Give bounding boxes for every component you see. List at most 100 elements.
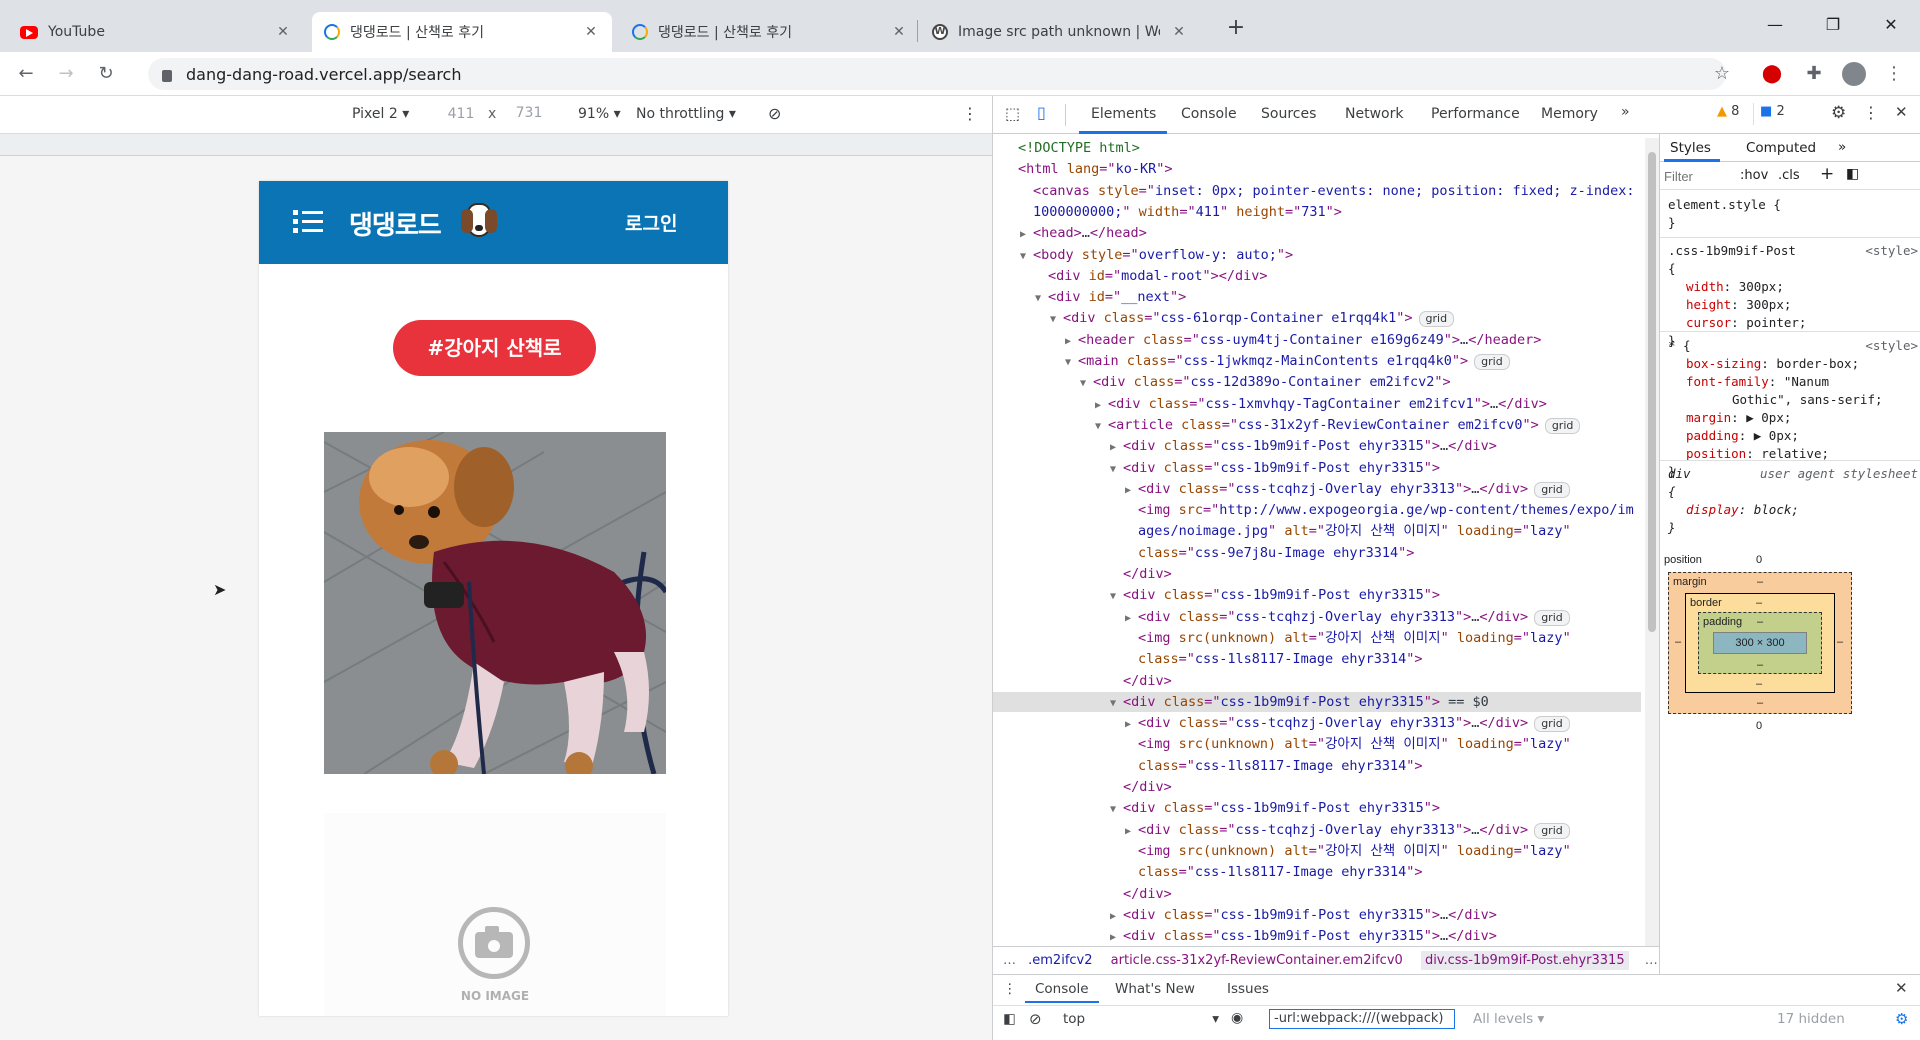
tab-styles[interactable]: Styles: [1670, 140, 1711, 156]
width-input[interactable]: 411: [438, 102, 484, 126]
dom-node[interactable]: </div>: [993, 777, 1641, 797]
address-bar[interactable]: dang-dang-road.vercel.app/search: [148, 58, 1726, 90]
log-levels-select[interactable]: All levels ▾: [1473, 1011, 1544, 1027]
dom-node[interactable]: <img src="http://www.expogeorgia.ge/wp-c…: [993, 500, 1641, 520]
collapsed-arrow-icon[interactable]: ▶: [1020, 225, 1033, 245]
css-property-value[interactable]: 300px;: [1746, 297, 1791, 312]
grid-badge[interactable]: grid: [1534, 822, 1570, 839]
scrollbar-thumb[interactable]: [1648, 152, 1656, 632]
sidebar-toggle-icon[interactable]: ◧: [1003, 1011, 1016, 1027]
tab-dangdang[interactable]: 댕댕로드 | 산책로 후기 ✕: [620, 12, 920, 52]
dom-node[interactable]: <canvas style="inset: 0px; pointer-event…: [993, 181, 1641, 201]
padding-box[interactable]: padding – – 300 × 300: [1698, 612, 1822, 674]
clear-console-icon[interactable]: ⊘: [1029, 1010, 1042, 1028]
dom-node[interactable]: ▼ <div class="css-1b9m9if-Post ehyr3315">: [993, 458, 1641, 478]
collapsed-arrow-icon[interactable]: ▶: [1110, 438, 1123, 458]
collapsed-arrow-icon[interactable]: ▶: [1125, 481, 1138, 501]
css-declaration[interactable]: cursor: pointer;: [1668, 314, 1918, 332]
collapsed-arrow-icon[interactable]: ▶: [1125, 609, 1138, 629]
css-property-name[interactable]: cursor: [1686, 315, 1731, 330]
css-property-value[interactable]: ▶ 0px;: [1746, 410, 1791, 425]
minimize-button[interactable]: —: [1752, 10, 1798, 40]
dom-node[interactable]: ▼ <div class="css-1b9m9if-Post ehyr3315">: [993, 585, 1641, 605]
dom-node[interactable]: </div>: [993, 564, 1641, 584]
console-settings-gear-icon[interactable]: ⚙: [1895, 1010, 1908, 1028]
elements-dom-tree[interactable]: <!DOCTYPE html> <html lang="ko-KR"> <canva…: [993, 134, 1641, 946]
height-input[interactable]: 731: [506, 102, 552, 126]
dom-node[interactable]: class="css-1ls8117-Image ehyr3314">: [993, 862, 1641, 882]
position-bottom-value[interactable]: 0: [1756, 720, 1762, 732]
breadcrumb-ellipsis[interactable]: …: [1645, 953, 1658, 968]
device-more-icon[interactable]: ⋮: [962, 104, 978, 123]
dom-node[interactable]: ▼ <div class="css-1b9m9if-Post ehyr3315">: [993, 798, 1641, 818]
new-tab-button[interactable]: +: [1222, 14, 1250, 42]
css-property-name[interactable]: box-sizing: [1686, 356, 1761, 371]
tab-sources[interactable]: Sources: [1261, 106, 1316, 122]
css-property-value[interactable]: Gothic", sans-serif;: [1732, 392, 1883, 407]
collapsed-arrow-icon[interactable]: ▶: [1065, 332, 1078, 352]
dom-node[interactable]: ▶ <div class="css-tcqhzj-Overlay ehyr3313…: [993, 479, 1641, 499]
dom-node[interactable]: 1000000000;" width="411" height="731">: [993, 202, 1641, 222]
drawer-tab-issues[interactable]: Issues: [1227, 981, 1269, 997]
dom-node[interactable]: ▼ <div id="__next">: [993, 287, 1641, 307]
dom-tree-scrollbar[interactable]: [1645, 138, 1659, 946]
close-icon[interactable]: ✕: [1170, 24, 1188, 40]
throttling-select[interactable]: No throttling ▾: [636, 106, 736, 122]
css-declaration[interactable]: box-sizing: border-box;: [1668, 355, 1918, 373]
dom-node[interactable]: ▶ <head>…</head>: [993, 223, 1641, 243]
opera-extension-icon[interactable]: ⬤: [1758, 60, 1786, 88]
close-drawer-icon[interactable]: ✕: [1895, 979, 1908, 997]
css-declaration[interactable]: display: block;: [1668, 501, 1918, 519]
expanded-arrow-icon[interactable]: ▼: [1065, 353, 1078, 373]
collapsed-arrow-icon[interactable]: ▶: [1125, 715, 1138, 735]
dom-node[interactable]: ▶ <div class="css-tcqhzj-Overlay ehyr3313…: [993, 607, 1641, 627]
grid-badge[interactable]: grid: [1544, 417, 1581, 434]
breadcrumb-item-selected[interactable]: div.css-1b9m9if-Post.ehyr3315: [1420, 951, 1629, 970]
dom-node-selected[interactable]: ▼ <div class="css-1b9m9if-Post ehyr3315">…: [993, 691, 1641, 714]
rule-source[interactable]: <style>: [1865, 242, 1918, 260]
rule-source[interactable]: <style>: [1865, 337, 1918, 355]
drawer-tab-whats-new[interactable]: What's New: [1115, 981, 1195, 997]
forward-icon[interactable]: →: [52, 60, 80, 88]
css-property-value[interactable]: border-box;: [1776, 356, 1859, 371]
dom-node[interactable]: class="css-1ls8117-Image ehyr3314">: [993, 649, 1641, 669]
device-toggle-icon[interactable]: ▯: [1037, 103, 1046, 122]
context-select[interactable]: top ▾: [1063, 1011, 1219, 1027]
dom-node[interactable]: ▼ <body style="overflow-y: auto;">: [993, 245, 1641, 265]
dom-node[interactable]: ▼ <div class="css-12d389o-Container em2if…: [993, 372, 1641, 392]
expanded-arrow-icon[interactable]: ▼: [1080, 374, 1093, 394]
css-property-name[interactable]: padding: [1686, 428, 1739, 443]
dom-node[interactable]: ▶ <div class="css-1b9m9if-Post ehyr3315">…: [993, 926, 1641, 946]
expanded-arrow-icon[interactable]: ▼: [1110, 587, 1123, 607]
drawer-tab-console[interactable]: Console: [1035, 981, 1089, 997]
expanded-arrow-icon[interactable]: ▼: [1035, 289, 1048, 309]
expanded-arrow-icon[interactable]: ▼: [1020, 247, 1033, 267]
expanded-arrow-icon[interactable]: ▼: [1110, 694, 1123, 714]
tab-youtube[interactable]: YouTube ✕: [8, 12, 304, 52]
css-property-value[interactable]: "Nanum: [1784, 374, 1829, 389]
maximize-button[interactable]: ❐: [1810, 10, 1856, 40]
dom-node[interactable]: class="css-9e7j8u-Image ehyr3314">: [993, 543, 1641, 563]
dom-node[interactable]: ▶ <div class="css-1b9m9if-Post ehyr3315">…: [993, 905, 1641, 925]
live-expression-eye-icon[interactable]: ◉: [1231, 1010, 1243, 1026]
css-declaration[interactable]: padding: ▶ 0px;: [1668, 427, 1918, 445]
close-icon[interactable]: ✕: [582, 24, 600, 40]
browser-menu-icon[interactable]: ⋮: [1880, 60, 1908, 88]
expanded-arrow-icon[interactable]: ▼: [1095, 417, 1108, 437]
post-no-image[interactable]: NO IMAGE: [324, 813, 666, 1016]
css-property-value[interactable]: relative;: [1761, 446, 1829, 461]
content-box[interactable]: 300 × 300: [1713, 632, 1807, 654]
css-property-name[interactable]: font-family: [1686, 374, 1769, 389]
styles-filter-input[interactable]: [1664, 166, 1728, 186]
grid-badge[interactable]: grid: [1418, 311, 1455, 328]
collapsed-arrow-icon[interactable]: ▶: [1110, 907, 1123, 927]
more-tabs-icon[interactable]: »: [1621, 104, 1630, 120]
drawer-menu-icon[interactable]: ⋮: [1003, 981, 1017, 997]
collapsed-arrow-icon[interactable]: ▶: [1095, 396, 1108, 416]
tab-console[interactable]: Console: [1181, 106, 1237, 122]
css-declaration[interactable]: margin: ▶ 0px;: [1668, 409, 1918, 427]
element-style-rule[interactable]: element.style { }: [1668, 196, 1918, 232]
grid-badge[interactable]: grid: [1474, 354, 1510, 370]
css-declaration[interactable]: Gothic", sans-serif;: [1668, 391, 1918, 409]
brand-logo-text[interactable]: 댕댕로드: [349, 205, 442, 242]
